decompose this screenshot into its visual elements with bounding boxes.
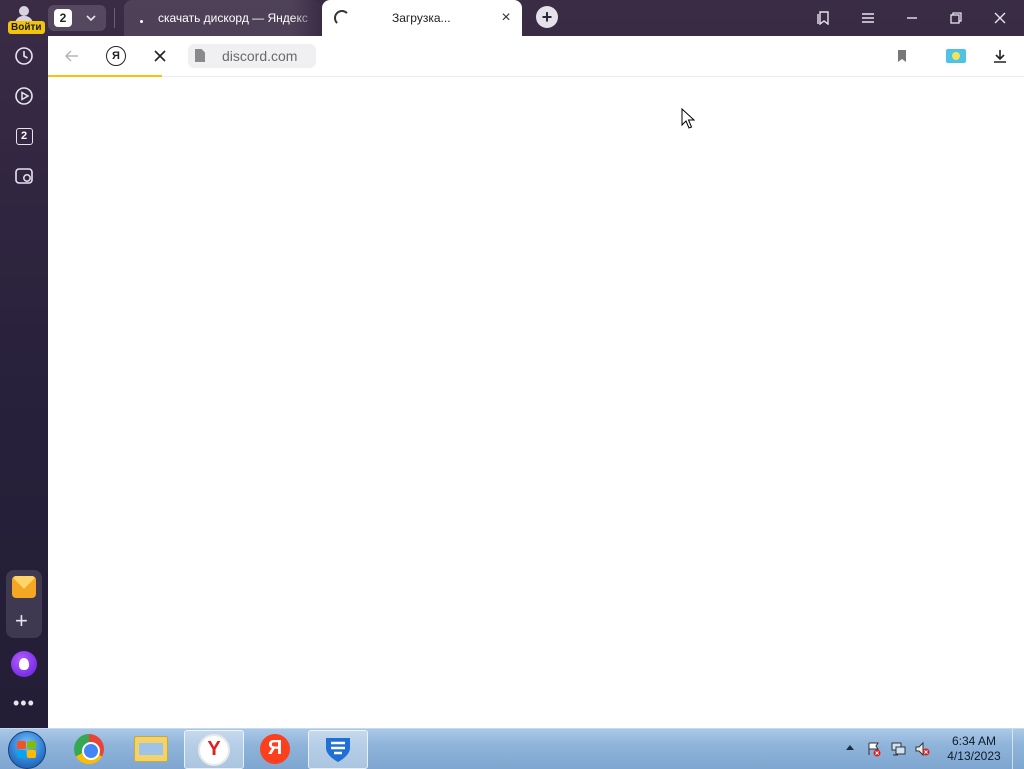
- taskbar-chrome[interactable]: [60, 730, 118, 767]
- media-button[interactable]: [10, 82, 38, 110]
- page-content[interactable]: [48, 77, 1024, 728]
- profile-button[interactable]: Войти: [6, 3, 45, 34]
- back-button[interactable]: [60, 44, 84, 68]
- bookmark-icon: [898, 50, 906, 62]
- taskbar-shield-app[interactable]: [308, 730, 368, 769]
- address-input[interactable]: discord.com: [188, 44, 316, 68]
- folder-icon: [134, 735, 168, 762]
- start-button[interactable]: [8, 731, 46, 769]
- close-icon: [154, 50, 166, 62]
- add-icon[interactable]: +: [15, 610, 28, 632]
- screenshot-button[interactable]: [10, 162, 38, 190]
- bookmarks-panel-button[interactable]: [812, 6, 836, 30]
- windows-taskbar: Y Я 6:34 AM 4/13/2023: [0, 728, 1024, 769]
- shield-app-icon: [326, 737, 350, 762]
- login-label[interactable]: Войти: [8, 21, 45, 34]
- minimize-button[interactable]: [900, 6, 924, 30]
- tabs-count-button[interactable]: 2: [10, 122, 38, 150]
- yandex-browser-icon: Y: [198, 733, 230, 766]
- downloads-button[interactable]: [988, 44, 1012, 68]
- restore-button[interactable]: [944, 6, 968, 30]
- screenshot-icon: [15, 168, 33, 184]
- collections-icon: [817, 11, 829, 25]
- taskbar-yandex-browser[interactable]: Y: [184, 730, 244, 769]
- taskbar-explorer[interactable]: [122, 730, 180, 767]
- user-icon: [19, 6, 29, 16]
- clock-time: 6:34 AM: [951, 734, 997, 748]
- play-icon: [15, 87, 33, 105]
- network-icon[interactable]: [890, 741, 906, 757]
- browser-sidebar: Войти 2 + •••: [0, 0, 48, 728]
- close-icon: [994, 12, 1006, 24]
- mouse-cursor-icon: [681, 108, 695, 129]
- history-icon: [15, 47, 33, 65]
- stop-loading-button[interactable]: [148, 44, 172, 68]
- system-clock[interactable]: 6:34 AM 4/13/2023: [944, 734, 1004, 764]
- yandex-logo-icon: Я: [106, 46, 126, 66]
- more-icon[interactable]: •••: [13, 694, 35, 712]
- arrow-left-icon: [64, 50, 78, 62]
- action-center-icon[interactable]: [866, 741, 882, 757]
- tab-title: Загрузка...: [392, 11, 451, 25]
- page-icon: [195, 49, 205, 62]
- sidebar-apps-panel: +: [6, 570, 42, 638]
- loading-spinner-icon: [334, 10, 350, 26]
- tab-count-button[interactable]: 2: [48, 5, 106, 31]
- tab-active-loading[interactable]: Загрузка... ×: [322, 0, 522, 37]
- url-text: discord.com: [222, 48, 298, 64]
- taskbar-yandex[interactable]: Я: [246, 730, 304, 767]
- mail-icon[interactable]: [12, 576, 36, 598]
- menu-button[interactable]: [856, 6, 880, 30]
- history-button[interactable]: [10, 42, 38, 70]
- clock-date: 4/13/2023: [947, 749, 1001, 763]
- yandex-home-button[interactable]: Я: [104, 44, 128, 68]
- volume-muted-icon[interactable]: [914, 741, 930, 757]
- alice-icon[interactable]: [11, 651, 37, 677]
- tab-favicon-icon: [140, 20, 143, 23]
- yandex-icon: Я: [260, 733, 290, 764]
- tabs-count-icon: 2: [15, 127, 33, 145]
- download-icon: [994, 50, 1006, 63]
- bookmark-button[interactable]: [890, 44, 914, 68]
- hamburger-menu-icon: [862, 13, 874, 23]
- chrome-icon: [74, 733, 104, 764]
- restore-icon: [950, 12, 962, 24]
- tab-divider: [114, 8, 115, 28]
- tray-expand-icon[interactable]: [846, 745, 854, 750]
- tab-search[interactable]: скачать дискорд — Яндекс: [124, 0, 320, 36]
- chevron-down-icon: [86, 15, 96, 22]
- flag-icon: [946, 49, 966, 63]
- extension-button[interactable]: [944, 44, 968, 68]
- address-toolbar: Я discord.com: [48, 36, 1024, 77]
- tab-count-badge: 2: [54, 9, 72, 27]
- tab-close-icon[interactable]: ×: [498, 10, 514, 26]
- minimize-icon: [907, 17, 917, 19]
- tab-title: скачать дискорд — Яндекс: [158, 11, 308, 25]
- show-desktop-button[interactable]: [1012, 729, 1024, 769]
- close-window-button[interactable]: [988, 6, 1012, 30]
- new-tab-button[interactable]: +: [536, 6, 558, 28]
